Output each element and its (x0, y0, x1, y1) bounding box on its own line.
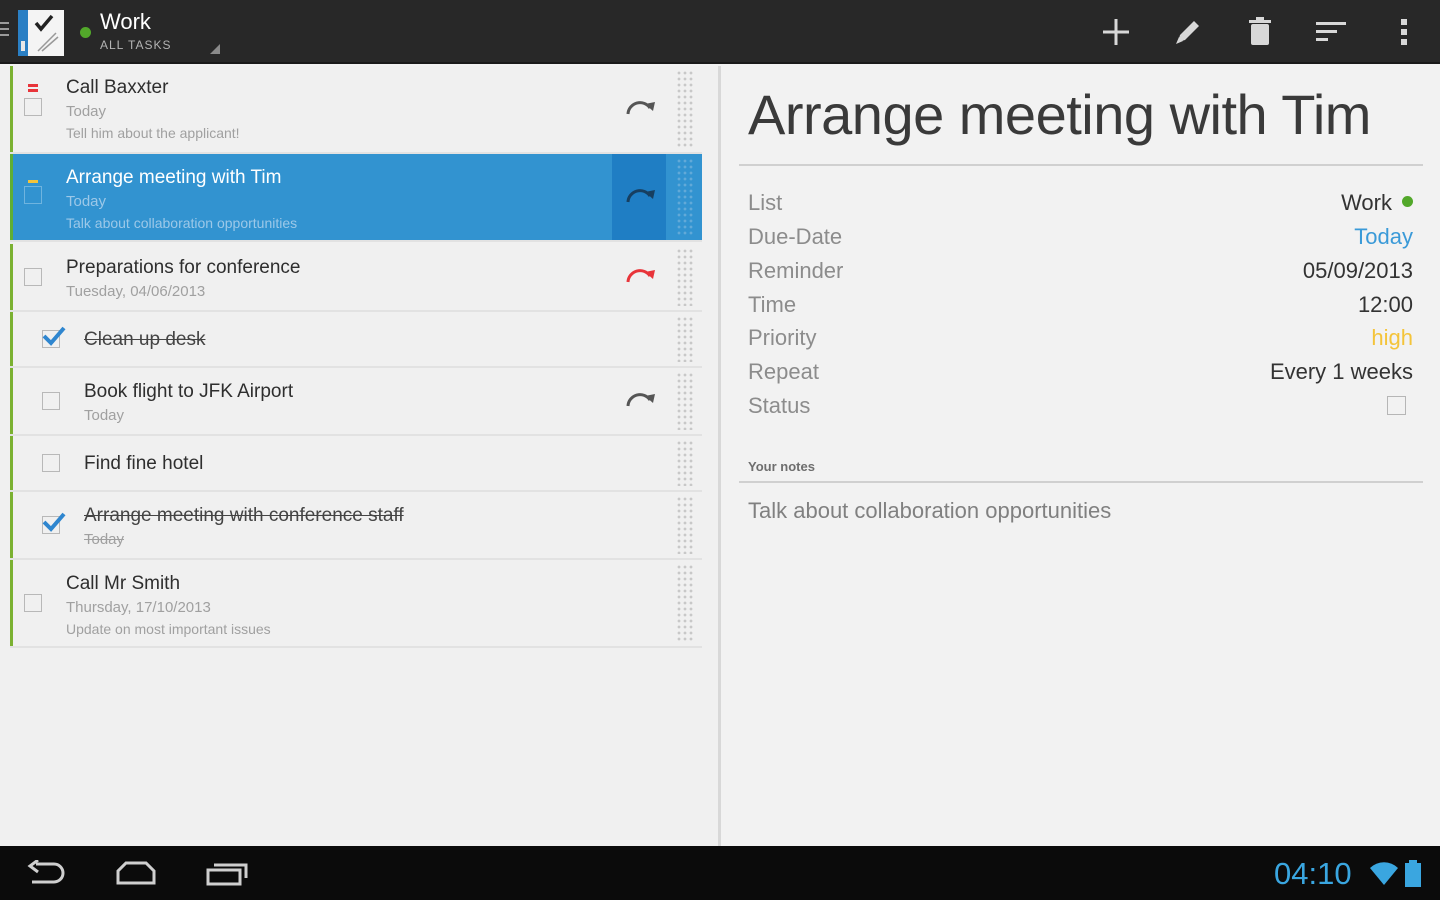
prop-value-list[interactable]: Work (1341, 190, 1413, 216)
drag-handle[interactable] (676, 316, 694, 362)
recent-apps-button[interactable] (198, 856, 254, 890)
task-title: Call Mr Smith (66, 573, 181, 594)
task-row[interactable]: Call Baxxter Today Tell him about the ap… (10, 66, 702, 154)
plus-icon (1103, 19, 1129, 45)
task-detail-pane: Arrange meeting with Tim List Work Due-D… (721, 66, 1440, 846)
list-name: Work (1341, 190, 1392, 215)
app-window: Work ALL TASKS Call Baxxter Today Tell h… (0, 0, 1440, 900)
system-nav-bar (0, 846, 1440, 900)
priority-flag-icon (28, 84, 38, 92)
drag-handle[interactable] (676, 564, 694, 642)
notes-divider (739, 481, 1423, 483)
task-title: Preparations for conference (66, 257, 301, 278)
prop-value-priority[interactable]: high (1371, 325, 1413, 351)
task-row[interactable]: Arrange meeting with conference staff To… (10, 492, 702, 560)
prop-label-list: List (748, 190, 783, 215)
repeat-icon (626, 101, 655, 115)
detail-title[interactable]: Arrange meeting with Tim (748, 82, 1371, 147)
delete-task-button[interactable] (1240, 12, 1280, 52)
home-icon (116, 861, 156, 885)
task-checkbox[interactable] (24, 268, 42, 286)
home-button[interactable] (108, 856, 164, 890)
task-title: Find fine hotel (84, 453, 204, 474)
list-title[interactable]: Work (100, 9, 151, 35)
task-checkbox[interactable] (24, 98, 42, 116)
task-row[interactable]: Clean up desk (10, 312, 702, 368)
drag-handle[interactable] (676, 372, 694, 430)
prop-value-time[interactable]: 12:00 (1358, 292, 1413, 318)
prop-value-due-date[interactable]: Today (1354, 224, 1413, 250)
task-row[interactable]: Preparations for conference Tuesday, 04/… (10, 244, 702, 312)
task-due-date: Thursday, 17/10/2013 (66, 599, 211, 616)
battery-icon (1405, 860, 1421, 887)
task-title: Arrange meeting with conference staff (84, 505, 404, 526)
prop-label-status: Status (748, 393, 811, 418)
prop-label-time: Time (748, 292, 797, 317)
drag-handle[interactable] (676, 70, 694, 148)
prop-label-reminder: Reminder (748, 258, 844, 283)
trash-icon (1249, 17, 1271, 45)
notes-label: Your notes (748, 459, 815, 474)
drag-handle[interactable] (676, 158, 694, 236)
overflow-menu-button[interactable] (1384, 12, 1424, 52)
app-logo-icon[interactable] (16, 7, 68, 59)
prop-label-priority: Priority (748, 325, 817, 350)
prop-value-repeat[interactable]: Every 1 weeks (1270, 359, 1413, 385)
task-checkbox[interactable] (42, 392, 60, 410)
task-title: Call Baxxter (66, 77, 169, 98)
task-row[interactable]: Find fine hotel (10, 436, 702, 492)
title-divider (739, 164, 1423, 166)
task-due-date: Today (66, 103, 107, 120)
task-due-date: Today (66, 193, 107, 210)
task-checkbox[interactable] (24, 186, 42, 204)
task-note: Tell him about the applicant! (66, 125, 240, 141)
status-clock: 04:10 (1274, 856, 1352, 891)
drawer-indicator-icon[interactable] (0, 22, 10, 42)
add-task-button[interactable] (1096, 12, 1136, 52)
pencil-icon (1176, 21, 1199, 44)
wifi-icon (1370, 862, 1398, 885)
task-title: Clean up desk (84, 329, 206, 350)
task-checkbox[interactable] (42, 454, 60, 472)
drag-handle[interactable] (676, 440, 694, 486)
repeat-icon (626, 393, 655, 407)
task-due-date: Today (84, 407, 125, 424)
back-icon (27, 860, 65, 884)
status-checkbox[interactable] (1387, 396, 1406, 415)
task-due-date: Today (84, 531, 125, 548)
action-bar: Work ALL TASKS (0, 0, 1440, 64)
repeat-icon (626, 189, 655, 203)
checkmark-icon (42, 326, 66, 346)
task-row[interactable]: Call Mr Smith Thursday, 17/10/2013 Updat… (10, 560, 702, 648)
task-title: Book flight to JFK Airport (84, 381, 294, 402)
drag-handle[interactable] (676, 248, 694, 306)
task-checkbox[interactable] (24, 594, 42, 612)
task-due-date: Tuesday, 04/06/2013 (66, 283, 206, 300)
prop-label-due-date: Due-Date (748, 224, 843, 249)
list-color-dot (1402, 196, 1413, 207)
checkmark-icon (42, 512, 66, 532)
sort-tasks-button[interactable] (1312, 12, 1352, 52)
prop-label-repeat: Repeat (748, 359, 819, 384)
spinner-indicator-icon (210, 44, 220, 54)
notes-text[interactable]: Talk about collaboration opportunities (748, 498, 1111, 524)
prop-value-reminder[interactable]: 05/09/2013 (1303, 258, 1413, 284)
list-filter-label[interactable]: ALL TASKS (100, 38, 171, 52)
overflow-menu-icon (1401, 19, 1407, 45)
back-button[interactable] (18, 856, 74, 890)
task-title: Arrange meeting with Tim (66, 167, 282, 188)
sort-icon (1316, 22, 1346, 41)
edit-task-button[interactable] (1168, 12, 1208, 52)
list-color-dot (80, 27, 91, 38)
task-note: Update on most important issues (66, 621, 271, 637)
task-note: Talk about collaboration opportunities (66, 215, 298, 231)
task-row[interactable]: Book flight to JFK Airport Today (10, 368, 702, 436)
task-row-selected[interactable]: Arrange meeting with Tim Today Talk abou… (10, 154, 702, 242)
drag-handle[interactable] (676, 496, 694, 554)
repeat-icon (626, 269, 655, 283)
recents-icon (206, 863, 248, 886)
